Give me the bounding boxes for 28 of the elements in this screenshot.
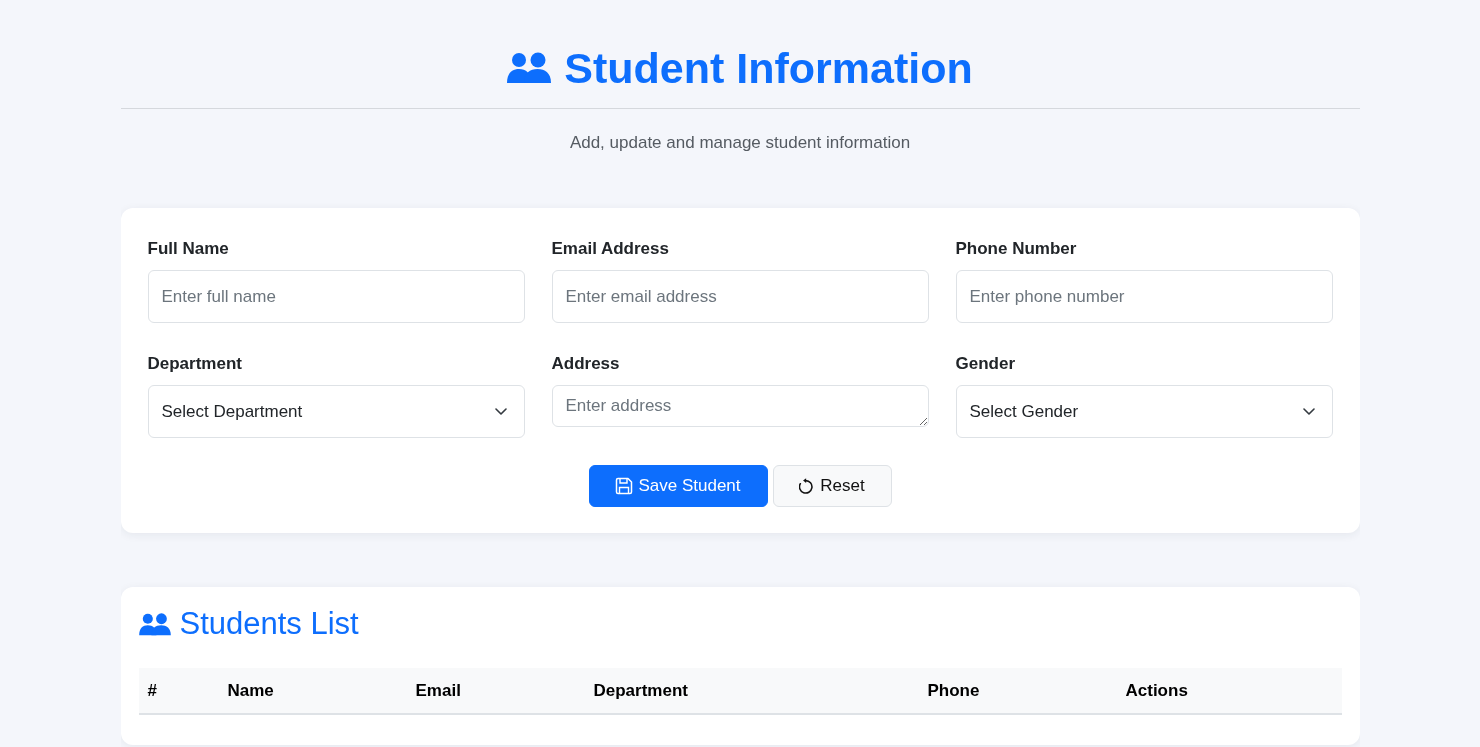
reset-arrow-icon: [799, 478, 814, 494]
page-title: Student Information: [564, 43, 973, 93]
field-label: Gender: [955, 353, 1016, 375]
section-title: Students List: [179, 606, 359, 642]
column-header: Email: [415, 680, 461, 700]
text-input-field[interactable]: Enter full name: [147, 270, 525, 323]
users-icon: [138, 612, 171, 636]
text-input-field[interactable]: Enter email address: [551, 270, 929, 323]
column-header: Name: [227, 680, 274, 700]
dropdown-select[interactable]: Select Department: [147, 385, 525, 438]
column-header: Phone: [927, 680, 980, 700]
field-label: Phone Number: [955, 238, 1077, 260]
textarea-field[interactable]: Enter address: [551, 385, 929, 427]
page-subtitle: Add, update and manage student information: [569, 132, 911, 154]
field-label: Full Name: [147, 238, 229, 260]
dropdown-select[interactable]: Select Gender: [955, 385, 1333, 438]
save-button[interactable]: Save Student: [588, 465, 768, 507]
chevron-down-icon: [1302, 408, 1315, 415]
field-label: Email Address: [551, 238, 669, 260]
users-icon: [507, 52, 552, 84]
column-header: #: [147, 680, 157, 700]
reset-button[interactable]: Reset: [772, 465, 892, 507]
field-label: Department: [147, 353, 242, 375]
column-header: Actions: [1125, 680, 1188, 700]
column-header: Department: [593, 680, 688, 700]
field-label: Address: [551, 353, 620, 375]
text-input-field[interactable]: Enter phone number: [955, 270, 1333, 323]
chevron-down-icon: [494, 408, 507, 415]
